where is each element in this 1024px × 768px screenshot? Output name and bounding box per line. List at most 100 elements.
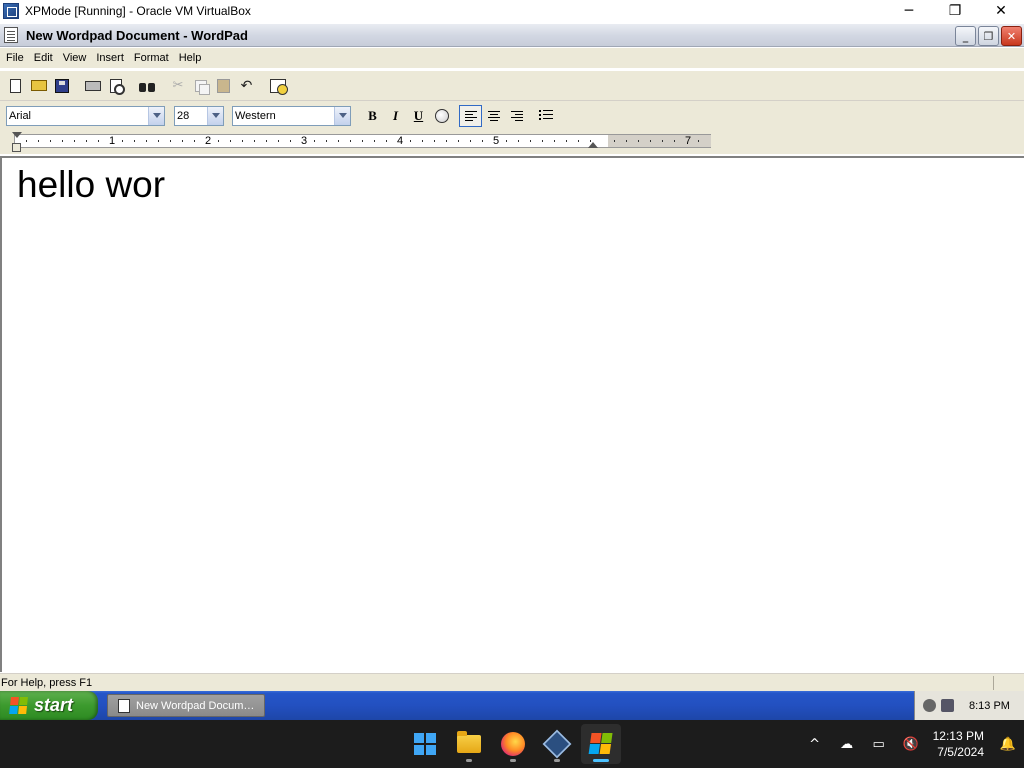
- windows-start-button[interactable]: [405, 724, 445, 764]
- undo-button[interactable]: ↶: [235, 75, 258, 97]
- wordpad-task-icon: [118, 698, 130, 713]
- format-bar: Arial 28 Western B I U: [0, 100, 1024, 130]
- ruler-label-5: 5: [493, 135, 500, 147]
- ruler-label-2: 2: [205, 135, 212, 147]
- network-icon[interactable]: ▭: [863, 728, 895, 760]
- ruler-label-4: 4: [397, 135, 404, 147]
- script-dropdown-icon[interactable]: [334, 106, 350, 125]
- paste-button[interactable]: [212, 75, 235, 97]
- new-icon: [10, 78, 21, 93]
- notification-bell-icon[interactable]: 🔔: [992, 728, 1024, 760]
- wordpad-document-icon[interactable]: [4, 27, 18, 43]
- xp-taskbar: start New Wordpad Docum… 8:13 PM: [0, 691, 1024, 720]
- script-select[interactable]: Western: [232, 105, 351, 126]
- status-bar: For Help, press F1: [0, 673, 1024, 691]
- bullets-button[interactable]: [534, 105, 557, 127]
- menu-file[interactable]: File: [1, 52, 29, 64]
- color-palette-icon: [434, 108, 449, 123]
- font-name-value: Arial: [9, 109, 32, 122]
- cloud-offline-icon[interactable]: ☁: [831, 728, 863, 760]
- tray-virtualpc-icon[interactable]: [941, 699, 954, 712]
- document-area[interactable]: hello wor: [0, 156, 1024, 672]
- show-hidden-icons-chevron-icon[interactable]: ^: [799, 728, 831, 760]
- ruler-label-3: 3: [301, 135, 308, 147]
- underline-button[interactable]: U: [407, 105, 430, 127]
- font-name-select[interactable]: Arial: [6, 105, 165, 126]
- host-window-title: XPMode [Running] - Oracle VM VirtualBox: [25, 4, 251, 18]
- color-button[interactable]: [430, 105, 453, 127]
- right-indent-marker[interactable]: [588, 142, 598, 148]
- new-button[interactable]: [4, 75, 27, 97]
- date-time-button[interactable]: [266, 75, 289, 97]
- clock-date: 7/5/2024: [937, 745, 984, 759]
- font-name-dropdown-icon[interactable]: [148, 106, 164, 125]
- host-minimize-button[interactable]: ─: [886, 0, 932, 22]
- open-button[interactable]: [27, 75, 50, 97]
- file-explorer-button[interactable]: [449, 724, 489, 764]
- volume-muted-icon[interactable]: 🔇: [895, 728, 927, 760]
- taskbar-pinned-apps: [405, 724, 621, 764]
- bold-button[interactable]: B: [361, 105, 384, 127]
- print-icon: [84, 80, 101, 91]
- start-label: start: [34, 695, 74, 715]
- save-button[interactable]: [50, 75, 73, 97]
- host-titlebar: XPMode [Running] - Oracle VM VirtualBox …: [0, 0, 1024, 22]
- italic-button[interactable]: I: [384, 105, 407, 127]
- virtualbox-icon: [542, 729, 572, 759]
- windows11-clock[interactable]: 12:13 PM 7/5/2024: [933, 728, 984, 760]
- wordpad-titlebar: New Wordpad Document - WordPad _ ❐ ✕: [0, 24, 1024, 47]
- align-left-icon: [464, 110, 477, 121]
- tray-network-icon[interactable]: [923, 699, 936, 712]
- align-left-button[interactable]: [459, 104, 482, 127]
- wordpad-close-button[interactable]: ✕: [1001, 26, 1022, 46]
- virtualbox-button[interactable]: [537, 724, 577, 764]
- cut-icon: ✂: [172, 77, 184, 93]
- wordpad-minimize-button[interactable]: _: [955, 26, 976, 46]
- xp-mode-icon: [588, 733, 613, 755]
- menu-insert[interactable]: Insert: [91, 52, 129, 64]
- print-button[interactable]: [81, 75, 104, 97]
- font-size-select[interactable]: 28: [174, 105, 224, 126]
- xp-mode-button[interactable]: [581, 724, 621, 764]
- paste-icon: [217, 78, 230, 93]
- align-right-icon: [510, 110, 523, 121]
- ruler-label-1: 1: [109, 135, 116, 147]
- document-text[interactable]: hello wor: [17, 164, 165, 206]
- clock-time: 12:13 PM: [932, 729, 984, 743]
- bullets-icon: [538, 110, 553, 121]
- windows-start-icon: [414, 733, 436, 755]
- copy-button[interactable]: [189, 75, 212, 97]
- copy-icon: [194, 79, 210, 95]
- find-button[interactable]: [135, 75, 158, 97]
- align-right-button[interactable]: [505, 105, 528, 127]
- menu-help[interactable]: Help: [174, 52, 207, 64]
- status-text: For Help, press F1: [1, 676, 93, 689]
- print-preview-button[interactable]: [104, 75, 127, 97]
- font-size-dropdown-icon[interactable]: [207, 106, 223, 125]
- menu-format[interactable]: Format: [129, 52, 174, 64]
- left-indent-marker[interactable]: [12, 143, 21, 152]
- find-icon: [138, 80, 155, 92]
- xp-clock[interactable]: 8:13 PM: [969, 700, 1010, 712]
- host-maximize-button[interactable]: ❐: [932, 0, 978, 22]
- wordpad-window-title: New Wordpad Document - WordPad: [26, 27, 248, 43]
- ruler: 1 2 3 4 5 7: [0, 130, 1024, 154]
- print-preview-icon: [109, 78, 125, 95]
- host-window-controls: ─ ❐ ✕: [886, 0, 1024, 22]
- align-center-button[interactable]: [482, 105, 505, 127]
- first-line-indent-marker[interactable]: [12, 132, 22, 138]
- save-icon: [54, 78, 69, 93]
- cut-button[interactable]: ✂: [166, 75, 189, 97]
- wordpad-restore-button[interactable]: ❐: [978, 26, 999, 46]
- ruler-scale[interactable]: 1 2 3 4 5 7: [14, 134, 711, 148]
- xp-system-tray: 8:13 PM: [914, 691, 1024, 720]
- menu-view[interactable]: View: [58, 52, 92, 64]
- virtualbox-window-icon: [3, 3, 19, 19]
- align-center-icon: [487, 110, 500, 121]
- xp-start-button[interactable]: start: [0, 691, 98, 720]
- undo-icon: ↶: [240, 77, 253, 94]
- firefox-button[interactable]: [493, 724, 533, 764]
- taskbar-wordpad-button[interactable]: New Wordpad Docum…: [107, 694, 265, 717]
- menu-edit[interactable]: Edit: [29, 52, 58, 64]
- host-close-button[interactable]: ✕: [978, 0, 1024, 22]
